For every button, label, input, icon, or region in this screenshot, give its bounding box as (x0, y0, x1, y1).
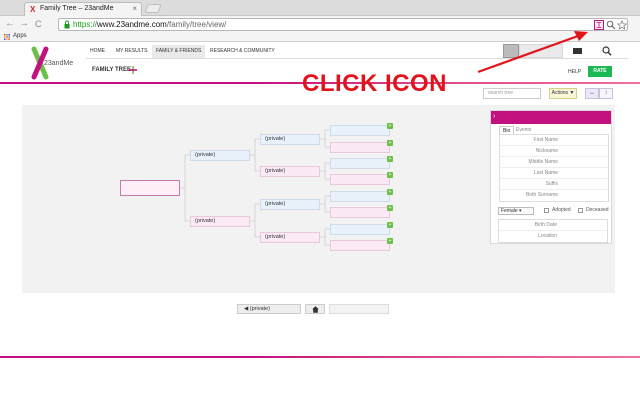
family-tree-extension-icon[interactable] (594, 20, 604, 30)
tree-node-maternal-grandfather[interactable]: (private) (260, 199, 320, 210)
tree-node-father[interactable]: (private) (190, 150, 250, 161)
tree-search-input[interactable]: search tree (483, 88, 541, 99)
add-parent-plus-icon[interactable]: + (387, 172, 393, 178)
page-title: FAMILY TREE (92, 67, 132, 73)
vertical-view-button[interactable]: ↕ (599, 88, 613, 99)
lock-icon (64, 20, 70, 29)
logo-wordmark: 23andMe (44, 60, 74, 67)
add-parent-plus-icon[interactable]: + (387, 238, 393, 244)
forward-button[interactable]: → (19, 18, 29, 30)
actions-dropdown[interactable]: Actions ▼ (549, 88, 577, 99)
add-parent-plus-icon[interactable]: + (387, 140, 393, 146)
click-icon-annotation: CLICK ICON (302, 70, 447, 97)
nav-home[interactable]: HOME (86, 45, 109, 58)
first-name-field[interactable]: First Name (500, 135, 608, 146)
tree-node-maternal-grandmother[interactable]: (private) (260, 232, 320, 243)
birth-surname-field[interactable]: Birth Surname (500, 190, 608, 201)
add-parent-plus-icon[interactable]: + (387, 156, 393, 162)
tree-node-great-grandparent[interactable] (330, 240, 390, 251)
add-parent-plus-icon[interactable]: + (387, 222, 393, 228)
account-menu[interactable] (519, 44, 563, 58)
avatar[interactable] (503, 44, 519, 58)
tree-node-great-grandparent[interactable] (330, 125, 390, 136)
nav-family-friends[interactable]: FAMILY & FRIENDS (152, 45, 206, 58)
middle-name-field[interactable]: Middle Name (500, 157, 608, 168)
last-name-field[interactable]: Last Name (500, 168, 608, 179)
tree-node-great-grandparent[interactable] (330, 207, 390, 218)
tree-node-great-grandparent[interactable] (330, 158, 390, 169)
screenshot-root: X Family Tree – 23andMe × ← → C https://… (0, 0, 640, 400)
rate-button[interactable]: RATE (588, 66, 612, 77)
home-person-button[interactable] (305, 304, 325, 314)
adopted-label: Adopted (552, 207, 571, 213)
back-button[interactable]: ← (5, 18, 15, 30)
tree-node-great-grandparent[interactable] (330, 174, 390, 185)
adopted-checkbox[interactable] (544, 208, 549, 213)
tab-title: Family Tree – 23andMe (40, 5, 114, 12)
tab-favicon-icon: X (30, 5, 36, 14)
new-tab-button[interactable] (144, 4, 162, 13)
birth-date-field[interactable]: Birth Date (499, 220, 607, 231)
home-icon (312, 306, 319, 313)
family-tree-logo-icon (129, 66, 137, 74)
tree-node-paternal-grandmother[interactable]: (private) (260, 166, 320, 177)
url-text: https://www.23andme.com/family/tree/view… (73, 20, 226, 29)
mail-icon[interactable] (573, 48, 582, 54)
birth-fields: Birth Date Location (498, 219, 608, 243)
apps-label[interactable]: Apps (13, 33, 27, 39)
name-fields: First Name Nickname Middle Name Last Nam… (499, 134, 609, 202)
tree-node-paternal-grandfather[interactable]: (private) (260, 134, 320, 145)
panel-header: › (491, 111, 611, 124)
browser-toolbar: ← → C https://www.23andme.com/family/tre… (0, 16, 640, 32)
tree-node-root[interactable] (120, 180, 180, 196)
nav-research-community[interactable]: RESEARCH & COMMUNITY (206, 45, 279, 58)
tree-node-mother[interactable]: (private) (190, 216, 250, 227)
nav-my-results[interactable]: MY RESULTS (112, 45, 152, 58)
nav-divider (86, 58, 628, 59)
tab-events[interactable]: Events (513, 126, 534, 134)
url-host: www.23andme.com (97, 20, 167, 29)
previous-person-button[interactable]: ◀ (private) (237, 304, 301, 314)
chevron-right-icon[interactable]: › (493, 113, 495, 120)
suffix-field[interactable]: Suffix (500, 179, 608, 190)
url-scheme: https:// (73, 20, 98, 29)
deceased-label: Deceased (586, 207, 609, 213)
address-bar[interactable]: https://www.23andme.com/family/tree/view… (58, 18, 628, 31)
url-path: /family/tree/view/ (166, 20, 227, 29)
deceased-checkbox[interactable] (578, 208, 583, 213)
browser-tabbar: X Family Tree – 23andMe × (0, 0, 640, 16)
browser-tab[interactable]: X Family Tree – 23andMe × (24, 2, 142, 16)
next-person-button[interactable] (329, 304, 389, 314)
bookmark-star-icon[interactable] (617, 20, 627, 30)
tree-node-great-grandparent[interactable] (330, 142, 390, 153)
tree-node-great-grandparent[interactable] (330, 224, 390, 235)
site-search-icon[interactable] (602, 46, 612, 56)
help-link[interactable]: HELP (568, 69, 581, 75)
add-parent-plus-icon[interactable]: + (387, 189, 393, 195)
add-parent-plus-icon[interactable]: + (387, 123, 393, 129)
zoom-icon[interactable] (606, 20, 616, 30)
location-field[interactable]: Location (499, 231, 607, 242)
gender-select[interactable]: Female ▾ (498, 207, 534, 215)
tree-node-great-grandparent[interactable] (330, 191, 390, 202)
footer-accent-rule (0, 356, 640, 358)
add-parent-plus-icon[interactable]: + (387, 205, 393, 211)
apps-grid-icon[interactable] (4, 34, 10, 40)
nickname-field[interactable]: Nickname (500, 146, 608, 157)
reload-button[interactable]: C (35, 18, 42, 30)
tab-close-icon[interactable]: × (132, 4, 137, 13)
bookmarks-bar: Apps (0, 32, 640, 42)
horizontal-view-button[interactable]: ↔ (585, 88, 599, 99)
